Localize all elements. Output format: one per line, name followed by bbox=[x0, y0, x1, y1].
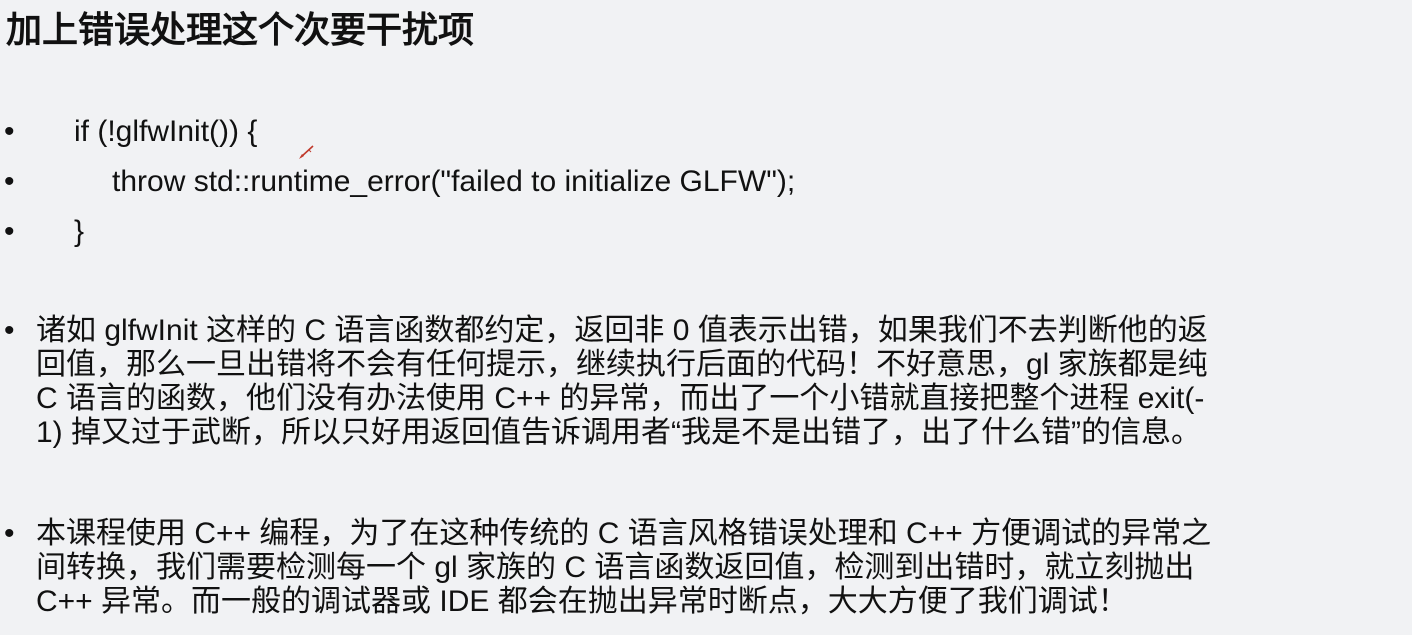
bullet: • bbox=[4, 215, 15, 248]
bullet: • bbox=[4, 115, 15, 148]
paragraph-2: • 本课程使用 C++ 编程，为了在这种传统的 C 语言风格错误处理和 C++ … bbox=[4, 517, 1406, 627]
bullet: • bbox=[4, 517, 15, 550]
slide-title: 加上错误处理这个次要干扰项 bbox=[6, 9, 475, 50]
pen-cursor-icon bbox=[299, 145, 314, 159]
paragraph-text: 诸如 glfwInit 这样的 C 语言函数都约定，返回非 0 值表示出错，如果… bbox=[36, 314, 1208, 449]
paragraph-text: 本课程使用 C++ 编程，为了在这种传统的 C 语言风格错误处理和 C++ 方便… bbox=[36, 517, 1212, 618]
code-text: } bbox=[74, 215, 85, 248]
bullet: • bbox=[4, 165, 15, 198]
bullet: • bbox=[4, 314, 15, 347]
code-text: if (!glfwInit()) { bbox=[74, 115, 258, 148]
code-text: throw std::runtime_error("failed to init… bbox=[112, 165, 796, 198]
slide: 加上错误处理这个次要干扰项 • if (!glfwInit()) { • thr… bbox=[0, 0, 1412, 635]
paragraph-1: • 诸如 glfwInit 这样的 C 语言函数都约定，返回非 0 值表示出错，… bbox=[4, 314, 1406, 454]
